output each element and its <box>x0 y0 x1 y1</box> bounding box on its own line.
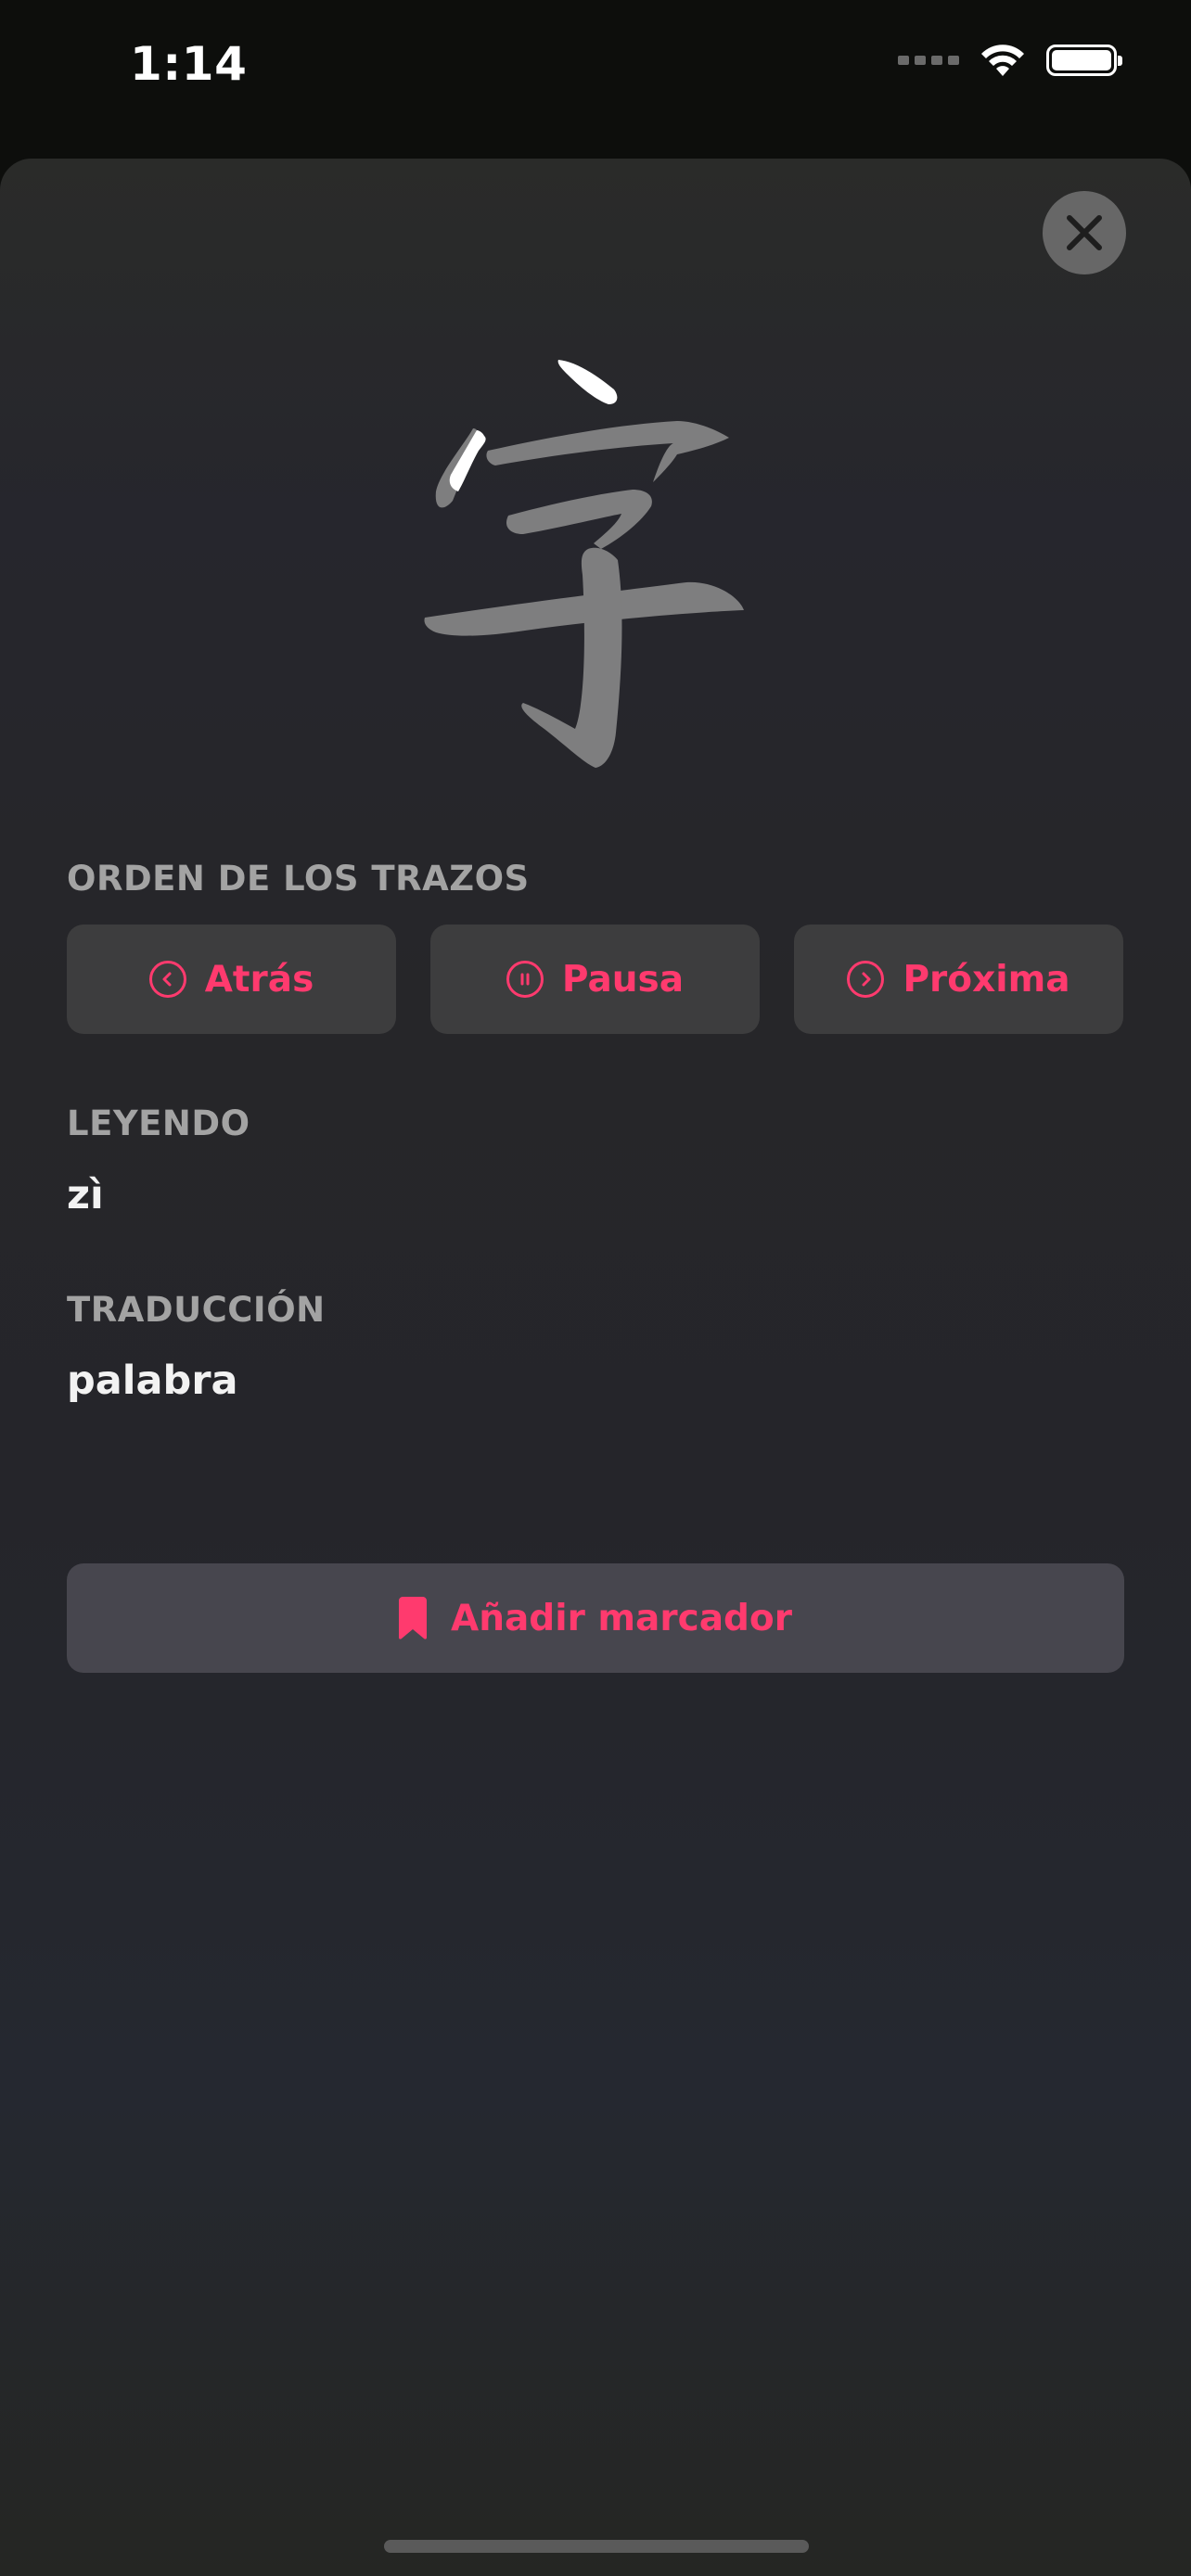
next-button-label: Próxima <box>903 958 1070 1001</box>
reading-value: zì <box>67 1172 104 1218</box>
status-icons <box>898 43 1122 78</box>
bookmark-icon <box>399 1597 428 1639</box>
hanzi-strokes <box>424 360 744 768</box>
status-time: 1:14 <box>130 37 248 91</box>
back-button[interactable]: Atrás <box>67 925 396 1034</box>
translation-label: TRADUCCIÓN <box>67 1290 326 1330</box>
back-button-label: Atrás <box>204 958 314 1001</box>
stroke-1 <box>557 360 618 404</box>
stroke-4 <box>506 490 652 549</box>
translation-value: palabra <box>67 1358 238 1404</box>
add-bookmark-label: Añadir marcador <box>451 1597 792 1639</box>
pause-button-label: Pausa <box>561 958 685 1001</box>
close-button[interactable] <box>1043 191 1126 274</box>
stroke-order-label: ORDEN DE LOS TRAZOS <box>67 859 530 899</box>
chevron-right-circle-icon <box>847 961 885 998</box>
stroke-6 <box>521 547 622 768</box>
stroke-3 <box>486 421 729 482</box>
reading-label: LEYENDO <box>67 1103 250 1143</box>
close-icon <box>1067 215 1102 250</box>
home-indicator[interactable] <box>384 2540 809 2553</box>
add-bookmark-button[interactable]: Añadir marcador <box>67 1563 1124 1673</box>
pause-circle-icon <box>506 961 544 998</box>
cellular-signal-icon <box>898 56 959 65</box>
pause-button[interactable]: Pausa <box>430 925 760 1034</box>
next-button[interactable]: Próxima <box>794 925 1123 1034</box>
wifi-icon <box>981 45 1024 76</box>
chevron-left-circle-icon <box>148 961 186 998</box>
status-bar: 1:14 <box>0 0 1191 148</box>
stroke-order-character <box>399 343 798 779</box>
battery-icon <box>1046 45 1122 76</box>
